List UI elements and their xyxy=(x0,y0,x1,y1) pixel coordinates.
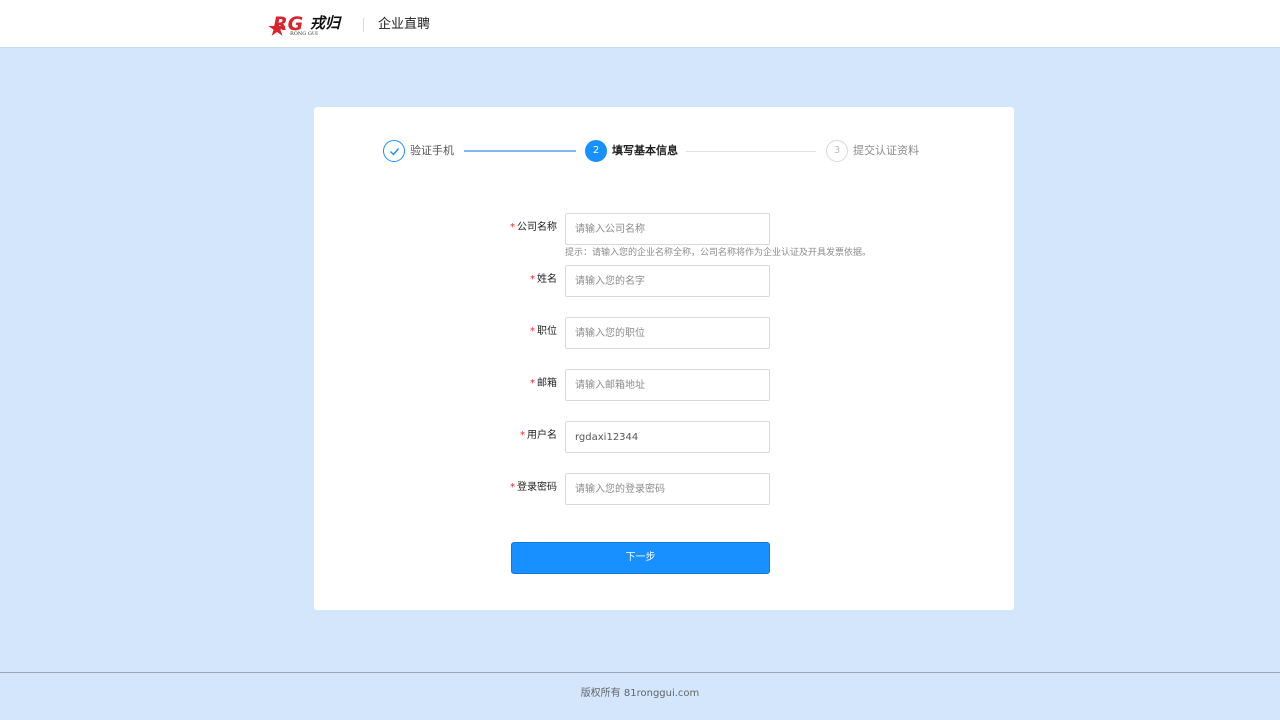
page-footer: 版权所有 81ronggui.com xyxy=(0,672,1280,720)
svg-text:戎归: 戎归 xyxy=(310,14,342,32)
email-input[interactable] xyxy=(565,369,770,401)
svg-text:RONG GUI: RONG GUI xyxy=(290,31,318,37)
step-connector-1 xyxy=(464,150,576,152)
header-title: 企业直聘 xyxy=(378,17,431,32)
logo-graphic: RG 戎归 RONG GUI xyxy=(268,13,342,37)
required-mark: * xyxy=(530,274,535,285)
password-input[interactable] xyxy=(565,473,770,505)
rong-gui-logo[interactable]: RG 戎归 RONG GUI xyxy=(268,10,350,38)
step-3-label: 提交认证资料 xyxy=(853,144,919,157)
required-mark: * xyxy=(510,482,515,493)
step-2-label: 填写基本信息 xyxy=(612,144,678,157)
company-input[interactable] xyxy=(565,213,770,245)
required-mark: * xyxy=(510,222,515,233)
step-2-indicator: 2 xyxy=(585,140,607,162)
next-step-button[interactable]: 下一步 xyxy=(511,542,770,574)
required-mark: * xyxy=(530,378,535,389)
position-label: * 职位 xyxy=(530,326,557,337)
email-label: * 邮箱 xyxy=(530,378,557,389)
top-header: RG 戎归 RONG GUI 企业直聘 xyxy=(0,0,1280,48)
username-input[interactable] xyxy=(565,421,770,453)
required-mark: * xyxy=(520,430,525,441)
required-mark: * xyxy=(530,326,535,337)
copyright-text: 版权所有 81ronggui.com xyxy=(580,688,700,699)
step-1-indicator xyxy=(383,140,405,162)
step-1-label: 验证手机 xyxy=(410,144,454,157)
check-icon xyxy=(390,148,400,156)
step-3-indicator: 3 xyxy=(826,140,848,162)
username-label: * 用户名 xyxy=(520,430,557,441)
password-label: * 登录密码 xyxy=(510,482,557,493)
name-input[interactable] xyxy=(565,265,770,297)
company-hint: 提示：请输入您的企业名称全称，公司名称将作为企业认证及开具发票依据。 xyxy=(565,248,872,258)
registration-card: 验证手机 2 填写基本信息 3 提交认证资料 *公司名称 提示：请输入您的企业名… xyxy=(314,107,1014,610)
header-divider xyxy=(363,18,364,32)
position-input[interactable] xyxy=(565,317,770,349)
name-label: * 姓名 xyxy=(530,274,557,285)
step-connector-2 xyxy=(686,151,816,152)
company-label: * 公司名称 xyxy=(510,222,557,233)
